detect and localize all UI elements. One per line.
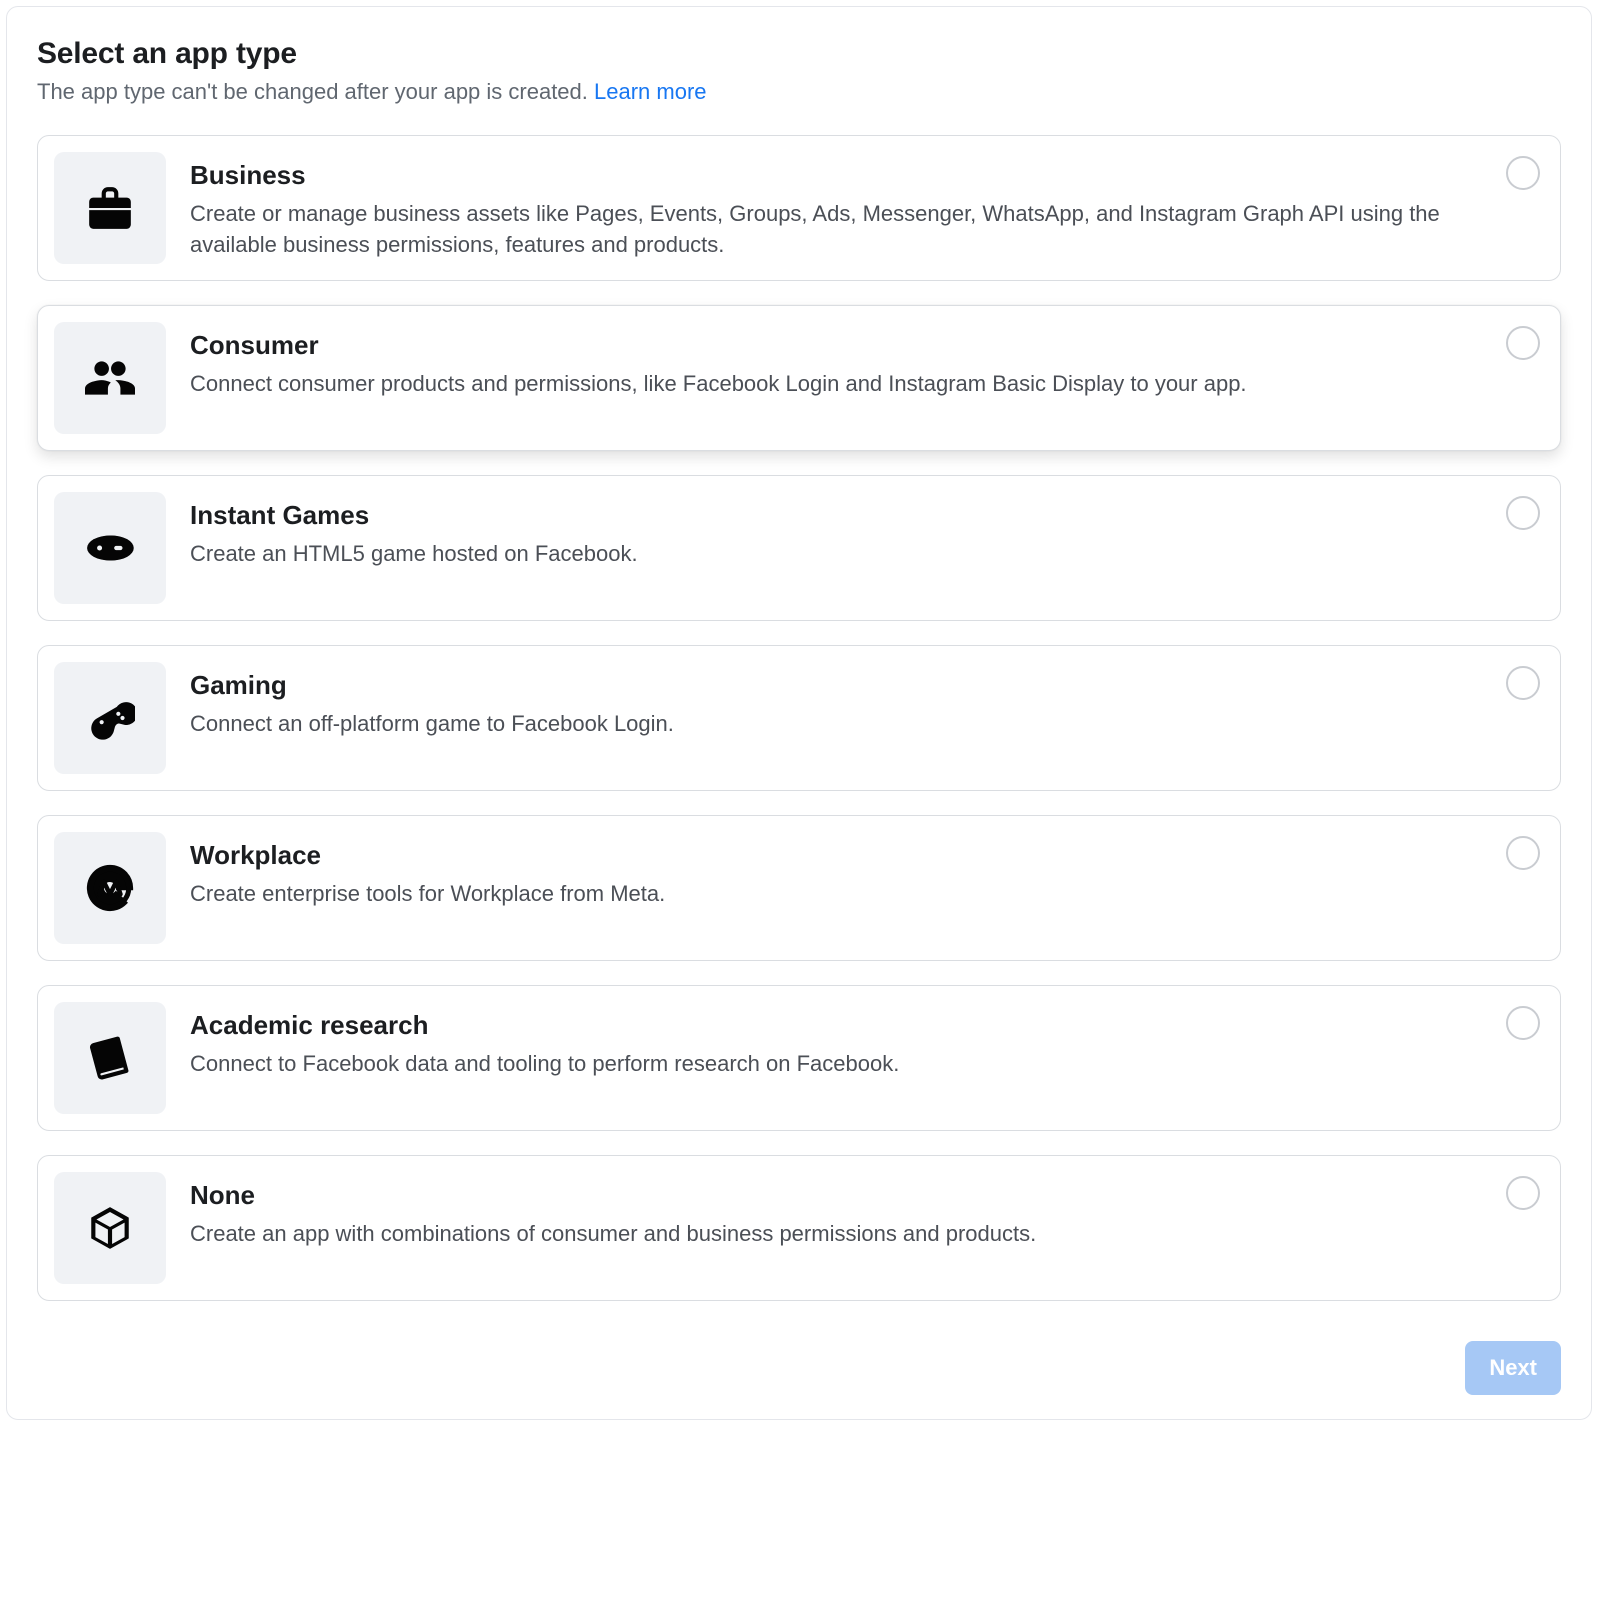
people-icon	[54, 322, 166, 434]
briefcase-icon	[54, 152, 166, 264]
option-academic[interactable]: Academic research Connect to Facebook dat…	[37, 985, 1561, 1131]
option-radio[interactable]	[1506, 666, 1540, 700]
option-radio[interactable]	[1506, 496, 1540, 530]
footer: Next	[37, 1341, 1561, 1395]
option-gaming[interactable]: Gaming Connect an off-platform game to Fa…	[37, 645, 1561, 791]
learn-more-link[interactable]: Learn more	[594, 79, 707, 104]
app-type-panel: Select an app type The app type can't be…	[6, 6, 1592, 1420]
gamepad2-icon	[54, 662, 166, 774]
page-subtitle: The app type can't be changed after your…	[37, 79, 1561, 105]
option-desc: Create enterprise tools for Workplace fr…	[190, 879, 1482, 910]
next-button[interactable]: Next	[1465, 1341, 1561, 1395]
option-title: Academic research	[190, 1010, 1482, 1041]
option-radio[interactable]	[1506, 156, 1540, 190]
option-text: None Create an app with combinations of c…	[190, 1172, 1482, 1250]
option-workplace[interactable]: Workplace Create enterprise tools for Wor…	[37, 815, 1561, 961]
option-radio[interactable]	[1506, 326, 1540, 360]
book-icon	[54, 1002, 166, 1114]
option-radio[interactable]	[1506, 1006, 1540, 1040]
option-title: None	[190, 1180, 1482, 1211]
option-text: Instant Games Create an HTML5 game hosted…	[190, 492, 1482, 570]
option-business[interactable]: Business Create or manage business assets…	[37, 135, 1561, 281]
option-radio[interactable]	[1506, 1176, 1540, 1210]
option-none[interactable]: None Create an app with combinations of c…	[37, 1155, 1561, 1301]
option-radio[interactable]	[1506, 836, 1540, 870]
option-desc: Connect consumer products and permission…	[190, 369, 1482, 400]
option-text: Business Create or manage business assets…	[190, 152, 1482, 261]
option-title: Consumer	[190, 330, 1482, 361]
option-title: Workplace	[190, 840, 1482, 871]
option-text: Consumer Connect consumer products and pe…	[190, 322, 1482, 400]
option-desc: Connect an off-platform game to Facebook…	[190, 709, 1482, 740]
option-consumer[interactable]: Consumer Connect consumer products and pe…	[37, 305, 1561, 451]
option-text: Gaming Connect an off-platform game to Fa…	[190, 662, 1482, 740]
gamepad-icon	[54, 492, 166, 604]
option-instant-games[interactable]: Instant Games Create an HTML5 game hosted…	[37, 475, 1561, 621]
option-title: Business	[190, 160, 1482, 191]
option-desc: Create an HTML5 game hosted on Facebook.	[190, 539, 1482, 570]
cube-icon	[54, 1172, 166, 1284]
option-title: Gaming	[190, 670, 1482, 701]
options-list: Business Create or manage business assets…	[37, 135, 1561, 1301]
option-desc: Create or manage business assets like Pa…	[190, 199, 1482, 261]
option-title: Instant Games	[190, 500, 1482, 531]
workplace-icon	[54, 832, 166, 944]
option-desc: Create an app with combinations of consu…	[190, 1219, 1482, 1250]
page-title: Select an app type	[37, 37, 1561, 71]
option-text: Workplace Create enterprise tools for Wor…	[190, 832, 1482, 910]
option-desc: Connect to Facebook data and tooling to …	[190, 1049, 1482, 1080]
subtitle-text: The app type can't be changed after your…	[37, 79, 594, 104]
option-text: Academic research Connect to Facebook dat…	[190, 1002, 1482, 1080]
